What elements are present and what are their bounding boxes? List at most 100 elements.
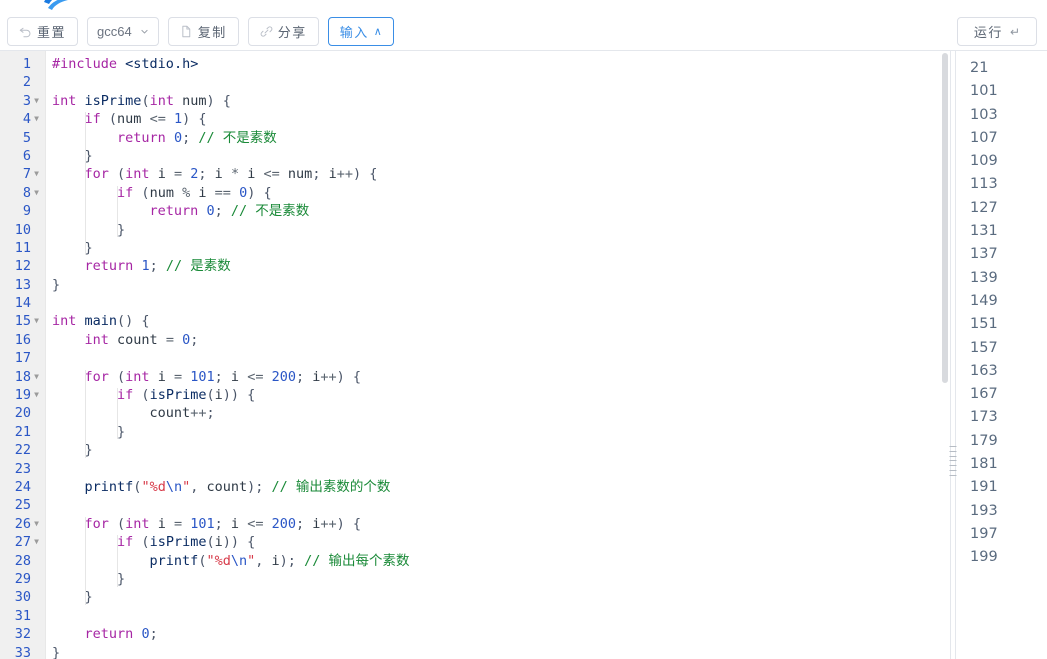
code-line[interactable]: } [52,147,950,165]
code-line[interactable]: } [52,570,950,588]
code-token-pun: ; [149,258,166,275]
gutter-line[interactable]: 4 ▼ [0,110,45,128]
code-line[interactable]: } [52,441,950,459]
gutter-line[interactable]: 27 ▼ [0,533,45,551]
code-token-pun [158,332,166,348]
code-token-op: <= [247,368,264,385]
code-line[interactable] [52,294,950,312]
indent-guide [117,535,119,587]
gutter-line[interactable]: 14▼ [0,294,45,312]
gutter-line[interactable]: 12▼ [0,257,45,275]
gutter-line[interactable]: 2▼ [0,73,45,91]
code-line[interactable]: return 0; // 不是素数 [52,129,950,147]
editor-scrollbar[interactable] [940,51,950,659]
input-panel-toggle[interactable]: 输入 ∧ [327,17,394,46]
compiler-select[interactable]: gcc64 [87,17,159,46]
code-line[interactable]: } [52,423,950,441]
gutter-line[interactable]: 10▼ [0,221,45,239]
code-line[interactable]: #include <stdio.h> [52,55,950,73]
line-number-gutter[interactable]: 1▼2▼3▼4▼5▼6▼7▼8▼9▼10▼11▼12▼13▼14▼15▼16▼1… [0,51,46,659]
code-line[interactable] [52,496,950,514]
gutter-line[interactable]: 23▼ [0,460,45,478]
code-line[interactable] [52,73,950,91]
gutter-line[interactable]: 33▼ [0,644,45,659]
line-number: 20 [14,405,31,422]
gutter-line[interactable]: 25▼ [0,496,45,514]
gutter-line[interactable]: 22▼ [0,441,45,459]
code-line[interactable]: int isPrime(int num) { [52,92,950,110]
code-line[interactable]: if (num <= 1) { [52,110,950,128]
fold-toggle-icon[interactable]: ▼ [31,533,42,551]
gutter-line[interactable]: 6▼ [0,147,45,165]
gutter-line[interactable]: 1▼ [0,55,45,73]
gutter-line[interactable]: 16▼ [0,331,45,349]
gutter-line[interactable]: 13▼ [0,276,45,294]
panel-divider[interactable] [949,51,957,659]
code-line[interactable]: printf("%d\n", i); // 输出每个素数 [52,552,950,570]
code-line[interactable]: return 0; // 不是素数 [52,202,950,220]
share-button[interactable]: 分享 [247,17,319,46]
code-token-id: i [214,534,223,551]
code-line[interactable]: return 0; [52,625,950,643]
code-line[interactable]: if (num % i == 0) { [52,184,950,202]
code-editor[interactable]: 1▼2▼3▼4▼5▼6▼7▼8▼9▼10▼11▼12▼13▼14▼15▼16▼1… [0,51,950,659]
code-line[interactable]: int count = 0; [52,331,950,349]
fold-toggle-icon[interactable]: ▼ [31,92,42,110]
code-token-kw: int [125,515,150,532]
reset-button[interactable]: 重置 [7,17,79,46]
code-line[interactable]: if (isPrime(i)) { [52,386,950,404]
gutter-line[interactable]: 29▼ [0,570,45,588]
gutter-line[interactable]: 32▼ [0,625,45,643]
chevron-down-icon [140,27,149,36]
gutter-line[interactable]: 5▼ [0,129,45,147]
editor-scrollbar-thumb[interactable] [942,53,948,383]
code-line[interactable]: } [52,221,950,239]
code-line[interactable]: return 1; // 是素数 [52,257,950,275]
code-line[interactable]: for (int i = 101; i <= 200; i++) { [52,515,950,533]
gutter-line[interactable]: 11▼ [0,239,45,257]
gutter-line[interactable]: 21▼ [0,423,45,441]
fold-toggle-icon[interactable]: ▼ [31,312,42,330]
gutter-line[interactable]: 7 ▼ [0,165,45,183]
gutter-line[interactable]: 20▼ [0,404,45,422]
gutter-line[interactable]: 9▼ [0,202,45,220]
fold-toggle-icon[interactable]: ▼ [31,368,42,386]
code-line[interactable]: int main() { [52,312,950,330]
fold-toggle-icon[interactable]: ▼ [31,165,42,183]
gutter-line[interactable]: 19 ▼ [0,386,45,404]
gutter-line[interactable]: 30▼ [0,588,45,606]
code-line[interactable]: count++; [52,404,950,422]
fold-toggle-icon[interactable]: ▼ [31,515,42,533]
gutter-line[interactable]: 8 ▼ [0,184,45,202]
gutter-line[interactable]: 26 ▼ [0,515,45,533]
gutter-line[interactable]: 18 ▼ [0,368,45,386]
code-line[interactable] [52,460,950,478]
code-line[interactable] [52,607,950,625]
code-token-pun [76,313,84,329]
gutter-line[interactable]: 17▼ [0,349,45,367]
code-line[interactable] [52,349,950,367]
fold-toggle-icon[interactable]: ▼ [31,110,42,128]
copy-button[interactable]: 复制 [167,17,239,46]
gutter-line[interactable]: 24▼ [0,478,45,496]
code-line[interactable]: } [52,644,950,659]
code-token-pun: )) { [222,534,256,551]
fold-toggle-icon[interactable]: ▼ [31,184,42,202]
gutter-line[interactable]: 15 ▼ [0,312,45,330]
code-content[interactable]: #include <stdio.h> int isPrime(int num) … [46,51,950,659]
code-line[interactable]: for (int i = 2; i * i <= num; i++) { [52,165,950,183]
gutter-line[interactable]: 31▼ [0,607,45,625]
gutter-line[interactable]: 28▼ [0,552,45,570]
resize-grip-icon[interactable] [949,446,957,476]
run-button[interactable]: 运行 ↵ [956,17,1037,46]
code-line[interactable]: printf("%d\n", count); // 输出素数的个数 [52,478,950,496]
indent-guide [84,112,86,256]
gutter-line[interactable]: 3 ▼ [0,92,45,110]
code-line[interactable]: } [52,588,950,606]
code-line[interactable]: } [52,239,950,257]
code-line[interactable]: for (int i = 101; i <= 200; i++) { [52,368,950,386]
fold-toggle-icon[interactable]: ▼ [31,386,42,404]
program-output-panel[interactable]: 21 101 103 107 109 113 127 131 137 139 149 151 157 16… [956,51,1047,659]
code-line[interactable]: if (isPrime(i)) { [52,533,950,551]
code-line[interactable]: } [52,276,950,294]
